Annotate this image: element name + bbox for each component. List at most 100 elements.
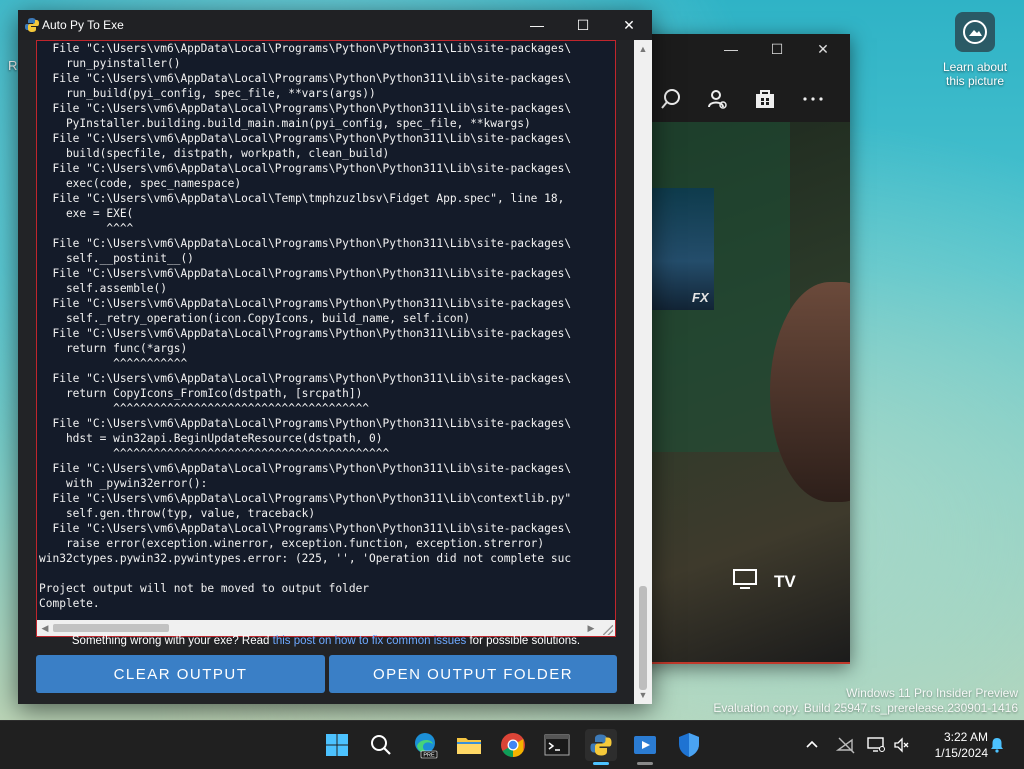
console-line: File "C:\Users\vm6\AppData\Local\Program…: [52, 297, 572, 310]
window-titlebar[interactable]: Auto Py To Exe — ☐ ✕: [18, 10, 652, 40]
maximize-button[interactable]: ☐: [560, 10, 606, 40]
console-line: File "C:\Users\vm6\AppData\Local\Program…: [52, 237, 572, 250]
evaluation-watermark: Windows 11 Pro Insider Preview Evaluatio…: [713, 686, 1018, 716]
console-line: File "C:\Users\vm6\AppData\Local\Temp\tm…: [52, 192, 565, 205]
resize-grip-icon[interactable]: [603, 625, 613, 635]
taskbar: PRE 3:22 AM 1/15/2024: [0, 720, 1024, 769]
background-media-content: FX TV: [650, 122, 850, 664]
console-line: with _pywin32error():: [65, 477, 208, 490]
horizontal-scroll-thumb[interactable]: [53, 624, 169, 632]
console-line: PyInstaller.building.build_main.main(pyi…: [65, 117, 531, 130]
console-line: File "C:\Users\vm6\AppData\Local\Program…: [52, 327, 572, 340]
window-title: Auto Py To Exe: [42, 18, 124, 32]
console-line: Project output will not be moved to outp…: [39, 582, 370, 595]
console-line: return CopyIcons_FromIco(dstpath, [srcpa…: [65, 387, 363, 400]
network-disconnected-icon[interactable]: [836, 721, 856, 769]
console-line: exe = EXE(: [65, 207, 134, 220]
edge-beta-icon[interactable]: PRE: [409, 729, 441, 761]
console-line: hdst = win32api.BeginUpdateResource(dstp…: [65, 432, 383, 445]
clock-time: 3:22 AM: [943, 730, 988, 744]
minimize-button[interactable]: —: [514, 10, 560, 40]
vertical-scroll-thumb[interactable]: [639, 586, 647, 690]
console-line: run_build(pyi_config, spec_file, **vars(…: [65, 87, 376, 100]
vertical-scrollbar[interactable]: ▲ ▼: [634, 40, 652, 704]
bg-maximize-icon[interactable]: ☐: [754, 34, 800, 64]
system-clock[interactable]: 3:22 AM 1/15/2024: [916, 729, 988, 761]
media-player-icon[interactable]: [629, 729, 661, 765]
close-button[interactable]: ✕: [606, 10, 652, 40]
terminal-icon[interactable]: [541, 729, 573, 761]
console-line: Complete.: [39, 597, 100, 610]
search-icon[interactable]: [365, 729, 397, 761]
scroll-left-icon[interactable]: ◀: [37, 620, 53, 636]
search-icon[interactable]: [656, 84, 686, 114]
chrome-icon[interactable]: [497, 729, 529, 761]
tv-monitor-icon: [732, 568, 758, 595]
scroll-up-icon[interactable]: ▲: [634, 42, 652, 56]
learn-about-picture-shortcut[interactable]: Learn about this picture: [940, 12, 1010, 88]
bg-close-icon[interactable]: ✕: [800, 34, 846, 64]
camera-pin-icon: [955, 12, 995, 52]
console-line: exec(code, spec_namespace): [65, 177, 242, 190]
start-icon[interactable]: [321, 729, 353, 761]
clock-date: 1/15/2024: [934, 746, 988, 760]
background-toolbar: [650, 84, 840, 114]
console-line: ^^^^: [106, 222, 134, 235]
console-line: return func(*args): [65, 342, 188, 355]
console-line: self.assemble(): [65, 282, 167, 295]
scroll-right-icon[interactable]: ▶: [583, 620, 599, 636]
notification-bell-icon[interactable]: [988, 721, 1006, 769]
console-line: ^^^^^^^^^^^^^^^^^^^^^^^^^^^^^^^^^^^^^^: [113, 402, 370, 415]
python-icon[interactable]: [585, 729, 617, 765]
account-icon[interactable]: [702, 84, 732, 114]
horizontal-scrollbar[interactable]: ◀ ▶: [37, 620, 615, 636]
console-line: win32ctypes.pywin32.pywintypes.error: (2…: [39, 552, 572, 565]
fx-logo: FX: [692, 290, 709, 305]
console-line: ^^^^^^^^^^^: [113, 357, 188, 370]
display-icon[interactable]: [866, 721, 886, 769]
tv-label: TV: [774, 571, 796, 591]
console-line: File "C:\Users\vm6\AppData\Local\Program…: [52, 522, 572, 535]
file-explorer-icon[interactable]: [453, 729, 485, 761]
scroll-down-icon[interactable]: ▼: [634, 688, 652, 702]
console-line: build(specfile, distpath, workpath, clea…: [65, 147, 390, 160]
console-line: self.gen.throw(typ, value, traceback): [65, 507, 316, 520]
console-line: File "C:\Users\vm6\AppData\Local\Program…: [52, 162, 572, 175]
console-line: self._retry_operation(icon.CopyIcons, bu…: [65, 312, 471, 325]
watermark-build: Evaluation copy. Build 25947.rs_prerelea…: [713, 701, 1018, 715]
console-line: File "C:\Users\vm6\AppData\Local\Program…: [52, 267, 572, 280]
defender-icon[interactable]: [673, 729, 705, 761]
console-line: raise error(exception.winerror, exceptio…: [65, 537, 545, 550]
show-hidden-icons-icon[interactable]: [804, 721, 820, 769]
console-line: File "C:\Users\vm6\AppData\Local\Program…: [52, 102, 572, 115]
console-line: File "C:\Users\vm6\AppData\Local\Program…: [52, 492, 572, 505]
hint-prefix: Something wrong with your exe? Read: [71, 635, 273, 647]
edge-pre-badge: PRE: [423, 753, 435, 759]
running-app-indicator: [637, 762, 653, 765]
bg-progress-line: [650, 662, 850, 664]
console-output-text: File "C:\Users\vm6\AppData\Local\Program…: [39, 41, 615, 611]
tv-category[interactable]: TV: [732, 568, 796, 595]
auto-py-to-exe-window[interactable]: Auto Py To Exe — ☐ ✕ File "C:\Users\vm6\…: [18, 10, 652, 704]
more-options-icon[interactable]: [798, 84, 828, 114]
console-line: File "C:\Users\vm6\AppData\Local\Program…: [52, 72, 572, 85]
output-console[interactable]: File "C:\Users\vm6\AppData\Local\Program…: [36, 40, 616, 637]
watermark-edition: Windows 11 Pro Insider Preview: [846, 686, 1018, 700]
console-line: File "C:\Users\vm6\AppData\Local\Program…: [52, 417, 572, 430]
clear-output-button[interactable]: CLEAR OUTPUT: [36, 655, 325, 693]
help-hint: Something wrong with your exe? Read this…: [18, 635, 634, 647]
python-app-icon: [24, 17, 40, 33]
console-line: File "C:\Users\vm6\AppData\Local\Program…: [52, 42, 572, 55]
volume-muted-icon[interactable]: [893, 721, 911, 769]
console-line: run_pyinstaller(): [65, 57, 181, 70]
active-app-indicator: [593, 762, 609, 765]
open-output-folder-button[interactable]: OPEN OUTPUT FOLDER: [329, 655, 617, 693]
console-line: self.__postinit__(): [65, 252, 194, 265]
learn-about-picture-label: Learn about this picture: [942, 60, 1008, 88]
fix-common-issues-link[interactable]: this post on how to fix common issues: [273, 635, 467, 647]
hint-suffix: for possible solutions.: [466, 635, 581, 647]
console-line: ^^^^^^^^^^^^^^^^^^^^^^^^^^^^^^^^^^^^^^^^…: [113, 447, 390, 460]
bg-minimize-icon[interactable]: —: [708, 34, 754, 64]
store-bag-icon[interactable]: [750, 84, 780, 114]
console-line: File "C:\Users\vm6\AppData\Local\Program…: [52, 132, 572, 145]
